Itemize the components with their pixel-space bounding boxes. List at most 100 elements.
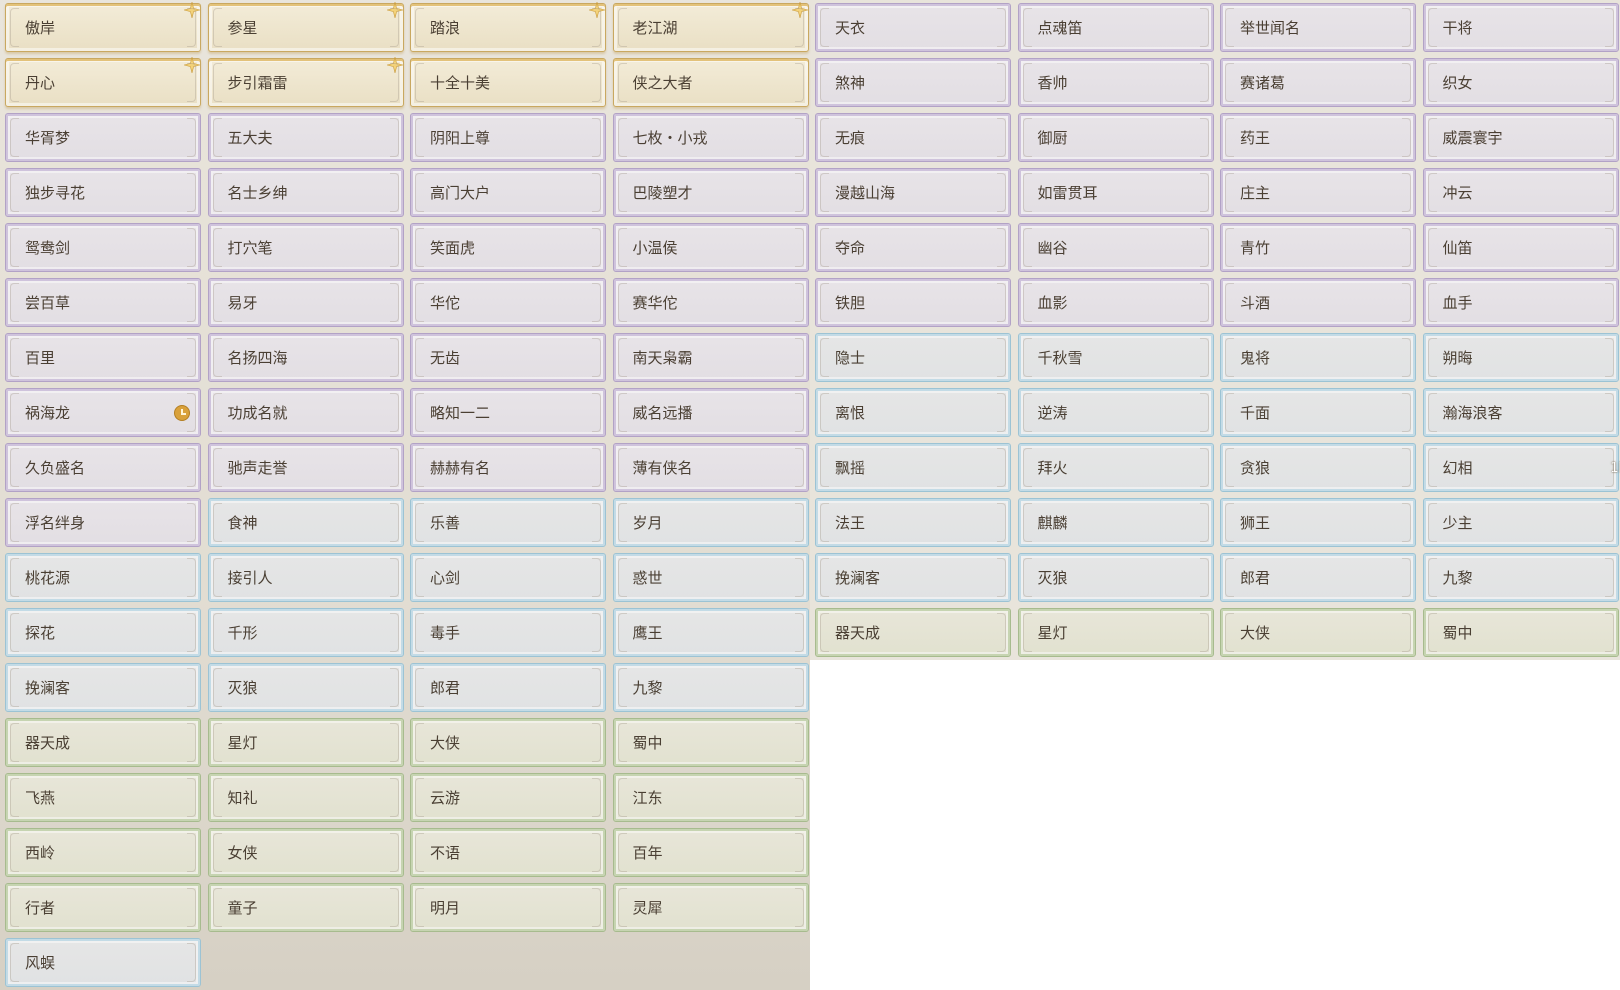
title-tile[interactable]: 铁胆	[815, 278, 1011, 327]
title-tile[interactable]: 朔晦	[1422, 333, 1619, 382]
title-tile[interactable]: 十全十美	[410, 58, 606, 107]
title-tile[interactable]: 鬼将	[1220, 333, 1416, 382]
title-tile[interactable]: 心剑	[410, 553, 606, 602]
title-tile[interactable]: 童子	[207, 883, 404, 932]
title-tile[interactable]: 岁月	[612, 498, 809, 547]
title-tile[interactable]: 狮王	[1220, 498, 1416, 547]
title-tile[interactable]: 乐善	[410, 498, 606, 547]
title-tile[interactable]: 小温侯	[612, 223, 809, 272]
title-tile[interactable]: 点魂笛	[1017, 3, 1214, 52]
title-tile[interactable]: 麒麟	[1017, 498, 1214, 547]
title-tile[interactable]: 云游	[410, 773, 606, 822]
title-tile[interactable]: 鹰王	[612, 608, 809, 657]
title-tile[interactable]: 无痕	[815, 113, 1011, 162]
title-tile[interactable]: 蜀中	[1422, 608, 1619, 657]
title-tile[interactable]: 丹心	[5, 57, 201, 107]
title-tile[interactable]: 赛诸葛	[1220, 58, 1416, 107]
title-tile[interactable]: 器天成	[5, 718, 201, 767]
title-tile[interactable]: 鸳鸯剑	[5, 223, 201, 272]
title-tile[interactable]: 略知一二	[410, 388, 606, 437]
title-tile[interactable]: 贪狼	[1220, 443, 1416, 492]
title-tile[interactable]: 尝百草	[5, 278, 201, 327]
title-tile[interactable]: 郎君	[1220, 553, 1416, 602]
title-tile[interactable]: 功成名就	[207, 388, 404, 437]
title-tile[interactable]: 举世闻名	[1220, 3, 1416, 52]
title-tile[interactable]: 不语	[410, 828, 606, 877]
title-tile[interactable]: 星灯	[207, 718, 404, 767]
title-tile[interactable]: 法王	[815, 498, 1011, 547]
title-tile[interactable]: 薄有侠名	[612, 443, 809, 492]
title-tile[interactable]: 星灯	[1017, 608, 1214, 657]
title-tile[interactable]: 灭狼	[207, 663, 404, 712]
title-tile[interactable]: 阴阳上尊	[410, 113, 606, 162]
title-tile[interactable]: 大侠	[1220, 608, 1416, 657]
title-tile[interactable]: 蜀中	[612, 718, 809, 767]
title-tile[interactable]: 侠之大者	[612, 58, 809, 107]
title-tile[interactable]: 威震寰宇	[1422, 113, 1619, 162]
title-tile[interactable]: 幻相 1时	[1422, 443, 1620, 492]
title-tile[interactable]: 千面	[1220, 388, 1416, 437]
title-tile[interactable]: 江东	[612, 773, 809, 822]
title-tile[interactable]: 御厨	[1017, 113, 1214, 162]
title-tile[interactable]: 女侠	[207, 828, 404, 877]
title-tile[interactable]: 西岭	[5, 828, 201, 877]
title-tile[interactable]: 九黎	[1422, 553, 1619, 602]
title-tile[interactable]: 独步寻花	[5, 168, 201, 217]
title-tile[interactable]: 久负盛名	[5, 443, 201, 492]
title-tile[interactable]: 百年	[612, 828, 809, 877]
title-tile[interactable]: 探花	[5, 608, 201, 657]
title-tile[interactable]: 离恨	[815, 388, 1011, 437]
title-tile[interactable]: 七枚・小戎	[612, 113, 809, 162]
title-tile[interactable]: 灭狼	[1017, 553, 1214, 602]
title-tile[interactable]: 名士乡绅	[207, 168, 404, 217]
title-tile[interactable]: 华佗	[410, 278, 606, 327]
title-tile[interactable]: 干将	[1422, 3, 1619, 52]
title-tile[interactable]: 幽谷	[1017, 223, 1214, 272]
title-tile[interactable]: 逆涛	[1017, 388, 1214, 437]
title-tile[interactable]: 仙笛	[1422, 223, 1619, 272]
title-tile[interactable]: 踏浪	[410, 2, 606, 52]
title-tile[interactable]: 知礼	[207, 773, 404, 822]
title-tile[interactable]: 瀚海浪客	[1422, 388, 1619, 437]
title-tile[interactable]: 药王	[1220, 113, 1416, 162]
title-tile[interactable]: 器天成	[815, 608, 1011, 657]
title-tile[interactable]: 驰声走誉	[207, 443, 404, 492]
title-tile[interactable]: 惑世	[612, 553, 809, 602]
title-tile[interactable]: 挽澜客	[815, 553, 1011, 602]
title-tile[interactable]: 郎君	[410, 663, 606, 712]
title-tile[interactable]: 百里	[5, 333, 201, 382]
title-tile[interactable]: 少主	[1422, 498, 1619, 547]
title-tile[interactable]: 步引霜雷	[207, 57, 404, 107]
title-tile[interactable]: 冲云	[1422, 168, 1619, 217]
title-tile[interactable]: 青竹	[1220, 223, 1416, 272]
title-tile[interactable]: 无齿	[410, 333, 606, 382]
title-tile[interactable]: 名扬四海	[207, 333, 404, 382]
title-tile[interactable]: 隐士	[815, 333, 1011, 382]
title-tile[interactable]: 行者	[5, 883, 201, 932]
title-tile[interactable]: 南天枭霸	[612, 333, 809, 382]
title-tile[interactable]: 九黎	[612, 663, 809, 712]
title-tile[interactable]: 夺命	[815, 223, 1011, 272]
title-tile[interactable]: 如雷贯耳	[1017, 168, 1214, 217]
title-tile[interactable]: 易牙	[207, 278, 404, 327]
title-tile[interactable]: 拜火	[1017, 443, 1214, 492]
title-tile[interactable]: 血影	[1017, 278, 1214, 327]
title-tile[interactable]: 庄主	[1220, 168, 1416, 217]
title-tile[interactable]: 飘摇	[815, 443, 1011, 492]
title-tile[interactable]: 巴陵塑才	[612, 168, 809, 217]
title-tile[interactable]: 浮名绊身	[5, 498, 201, 547]
title-tile[interactable]: 大侠	[410, 718, 606, 767]
title-tile[interactable]: 老江湖	[612, 2, 809, 52]
title-tile[interactable]: 斗酒	[1220, 278, 1416, 327]
title-tile[interactable]: 漫越山海	[815, 168, 1011, 217]
title-tile[interactable]: 食神	[207, 498, 404, 547]
title-tile[interactable]: 华胥梦	[5, 113, 201, 162]
title-tile[interactable]: 煞神	[815, 58, 1011, 107]
title-tile[interactable]: 灵犀	[612, 883, 809, 932]
title-tile[interactable]: 毒手	[410, 608, 606, 657]
title-tile[interactable]: 打穴笔	[207, 223, 404, 272]
title-tile[interactable]: 香帅	[1017, 58, 1214, 107]
title-tile[interactable]: 参星	[207, 2, 404, 52]
title-tile[interactable]: 高门大户	[410, 168, 606, 217]
title-tile[interactable]: 风蜈	[5, 938, 201, 987]
